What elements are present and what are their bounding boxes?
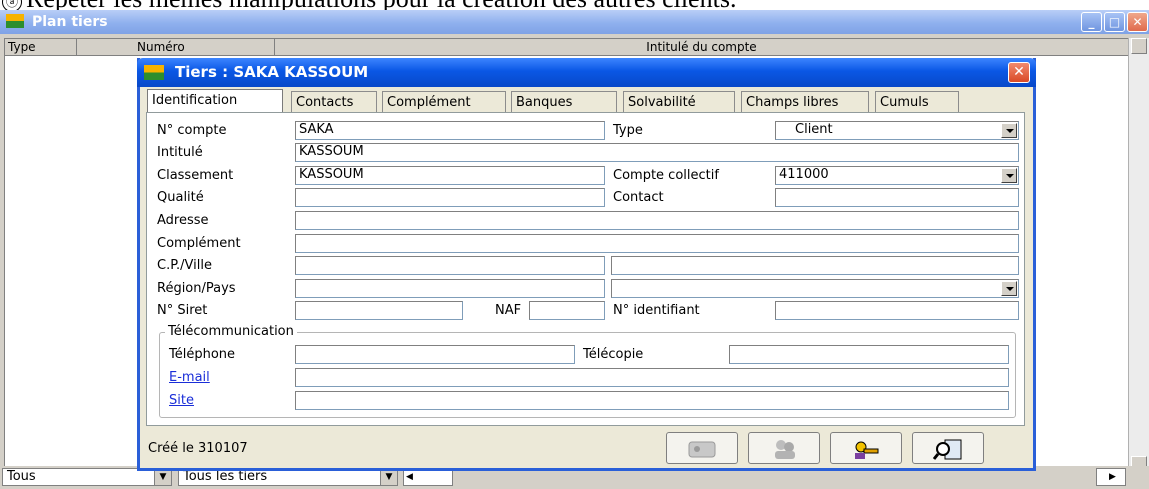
pays-select[interactable] (611, 279, 1019, 298)
close-button[interactable]: ✕ (1127, 12, 1148, 32)
instruction-caption: ⓐ Répéter les mêmes manipulations pour la… (0, 0, 1149, 10)
filter-tiers-value: Tous les tiers (183, 469, 268, 484)
column-header-numero[interactable]: Numéro (77, 39, 275, 56)
column-header-intitule[interactable]: Intitulé du compte (275, 39, 1129, 56)
dialog-title: Tiers : SAKA KASSOUM (175, 63, 369, 81)
dialog-titlebar: Tiers : SAKA KASSOUM ✕ (137, 58, 1036, 87)
email-link[interactable]: E-mail (169, 369, 210, 387)
region-pays-label: Région/Pays (157, 281, 236, 296)
classement-label: Classement (157, 168, 234, 183)
people-icon (775, 440, 795, 459)
complement-field[interactable] (295, 234, 1019, 253)
identifiant-label: N° identifiant (613, 303, 700, 318)
chevron-down-icon[interactable]: ▼ (154, 469, 171, 485)
identification-panel: N° compte SAKA Type Client Intitulé KASS… (146, 112, 1025, 426)
compte-collectif-select[interactable]: 411000 (775, 166, 1019, 185)
identifiant-field[interactable] (775, 301, 1019, 320)
column-header-type[interactable]: Type (5, 39, 77, 56)
telephone-field[interactable] (295, 345, 575, 364)
chevron-down-icon[interactable] (1001, 281, 1017, 296)
scroll-up-arrow[interactable] (1131, 38, 1147, 54)
people-button[interactable] (748, 432, 820, 464)
compte-collectif-label: Compte collectif (613, 168, 719, 183)
type-label: Type (613, 123, 643, 138)
plan-tiers-titlebar: Plan tiers _ □ ✕ (0, 10, 1149, 34)
region-field[interactable] (295, 279, 605, 298)
qualite-label: Qualité (157, 190, 204, 205)
card-icon (688, 441, 716, 458)
tiers-dialog: Tiers : SAKA KASSOUM ✕ Identification Co… (137, 58, 1036, 471)
chevron-down-icon[interactable] (1001, 123, 1017, 138)
contact-label: Contact (613, 190, 664, 205)
tab-contacts[interactable]: Contacts (291, 91, 377, 113)
numero-compte-field[interactable]: SAKA (295, 121, 605, 140)
caption-text: Répéter les mêmes manipulations pour la … (26, 0, 736, 10)
created-date-text: Créé le 310107 (148, 441, 248, 456)
chevron-down-icon[interactable]: ▼ (380, 469, 397, 485)
cp-ville-label: C.P./Ville (157, 258, 212, 273)
tab-solvabilite[interactable]: Solvabilité (623, 91, 735, 113)
tab-complement[interactable]: Complément (382, 91, 506, 113)
scroll-right-arrow[interactable]: ▶ (1096, 468, 1126, 486)
filter-type-value: Tous (7, 469, 36, 484)
tab-identification[interactable]: Identification (147, 89, 283, 114)
tab-banques[interactable]: Banques (511, 91, 617, 113)
minimize-button[interactable]: _ (1081, 12, 1102, 32)
tab-champs-libres[interactable]: Champs libres (741, 91, 869, 113)
classement-field[interactable]: KASSOUM (295, 166, 605, 185)
code-postal-field[interactable] (295, 256, 605, 275)
contact-field[interactable] (775, 188, 1019, 207)
site-link[interactable]: Site (169, 392, 194, 410)
plan-tiers-title: Plan tiers (32, 14, 108, 30)
step-number: ⓐ (2, 0, 22, 10)
compte-collectif-value: 411000 (779, 167, 829, 182)
adresse-field[interactable] (295, 211, 1019, 230)
type-value: Client (795, 122, 833, 137)
app-icon (6, 14, 24, 28)
telecommunication-title: Télécommunication (165, 323, 297, 341)
chevron-down-icon[interactable] (1001, 168, 1017, 183)
tab-cumuls[interactable]: Cumuls (875, 91, 959, 113)
vertical-scrollbar[interactable] (1128, 38, 1149, 474)
site-field[interactable] (295, 391, 1009, 410)
siret-label: N° Siret (157, 303, 208, 318)
naf-label: NAF (495, 303, 522, 318)
email-field[interactable] (295, 368, 1009, 387)
maximize-button[interactable]: □ (1104, 12, 1125, 32)
search-card-button[interactable] (912, 432, 984, 464)
keys-button[interactable] (830, 432, 902, 464)
dialog-close-button[interactable]: ✕ (1008, 62, 1030, 83)
naf-field[interactable] (529, 301, 605, 320)
telecopie-label: Télécopie (583, 347, 644, 362)
intitule-label: Intitulé (157, 145, 203, 160)
numero-compte-label: N° compte (157, 123, 227, 138)
card-button[interactable] (666, 432, 738, 464)
complement-label: Complément (157, 236, 241, 251)
app-icon (144, 65, 164, 80)
siret-field[interactable] (295, 301, 463, 320)
telecopie-field[interactable] (729, 345, 1009, 364)
ville-field[interactable] (611, 256, 1019, 275)
intitule-field[interactable]: KASSOUM (295, 143, 1019, 162)
telephone-label: Téléphone (169, 347, 236, 362)
search-card-icon (933, 439, 962, 460)
adresse-label: Adresse (157, 213, 209, 228)
type-select[interactable]: Client (775, 121, 1019, 140)
keys-icon (855, 441, 879, 459)
qualite-field[interactable] (295, 188, 605, 207)
